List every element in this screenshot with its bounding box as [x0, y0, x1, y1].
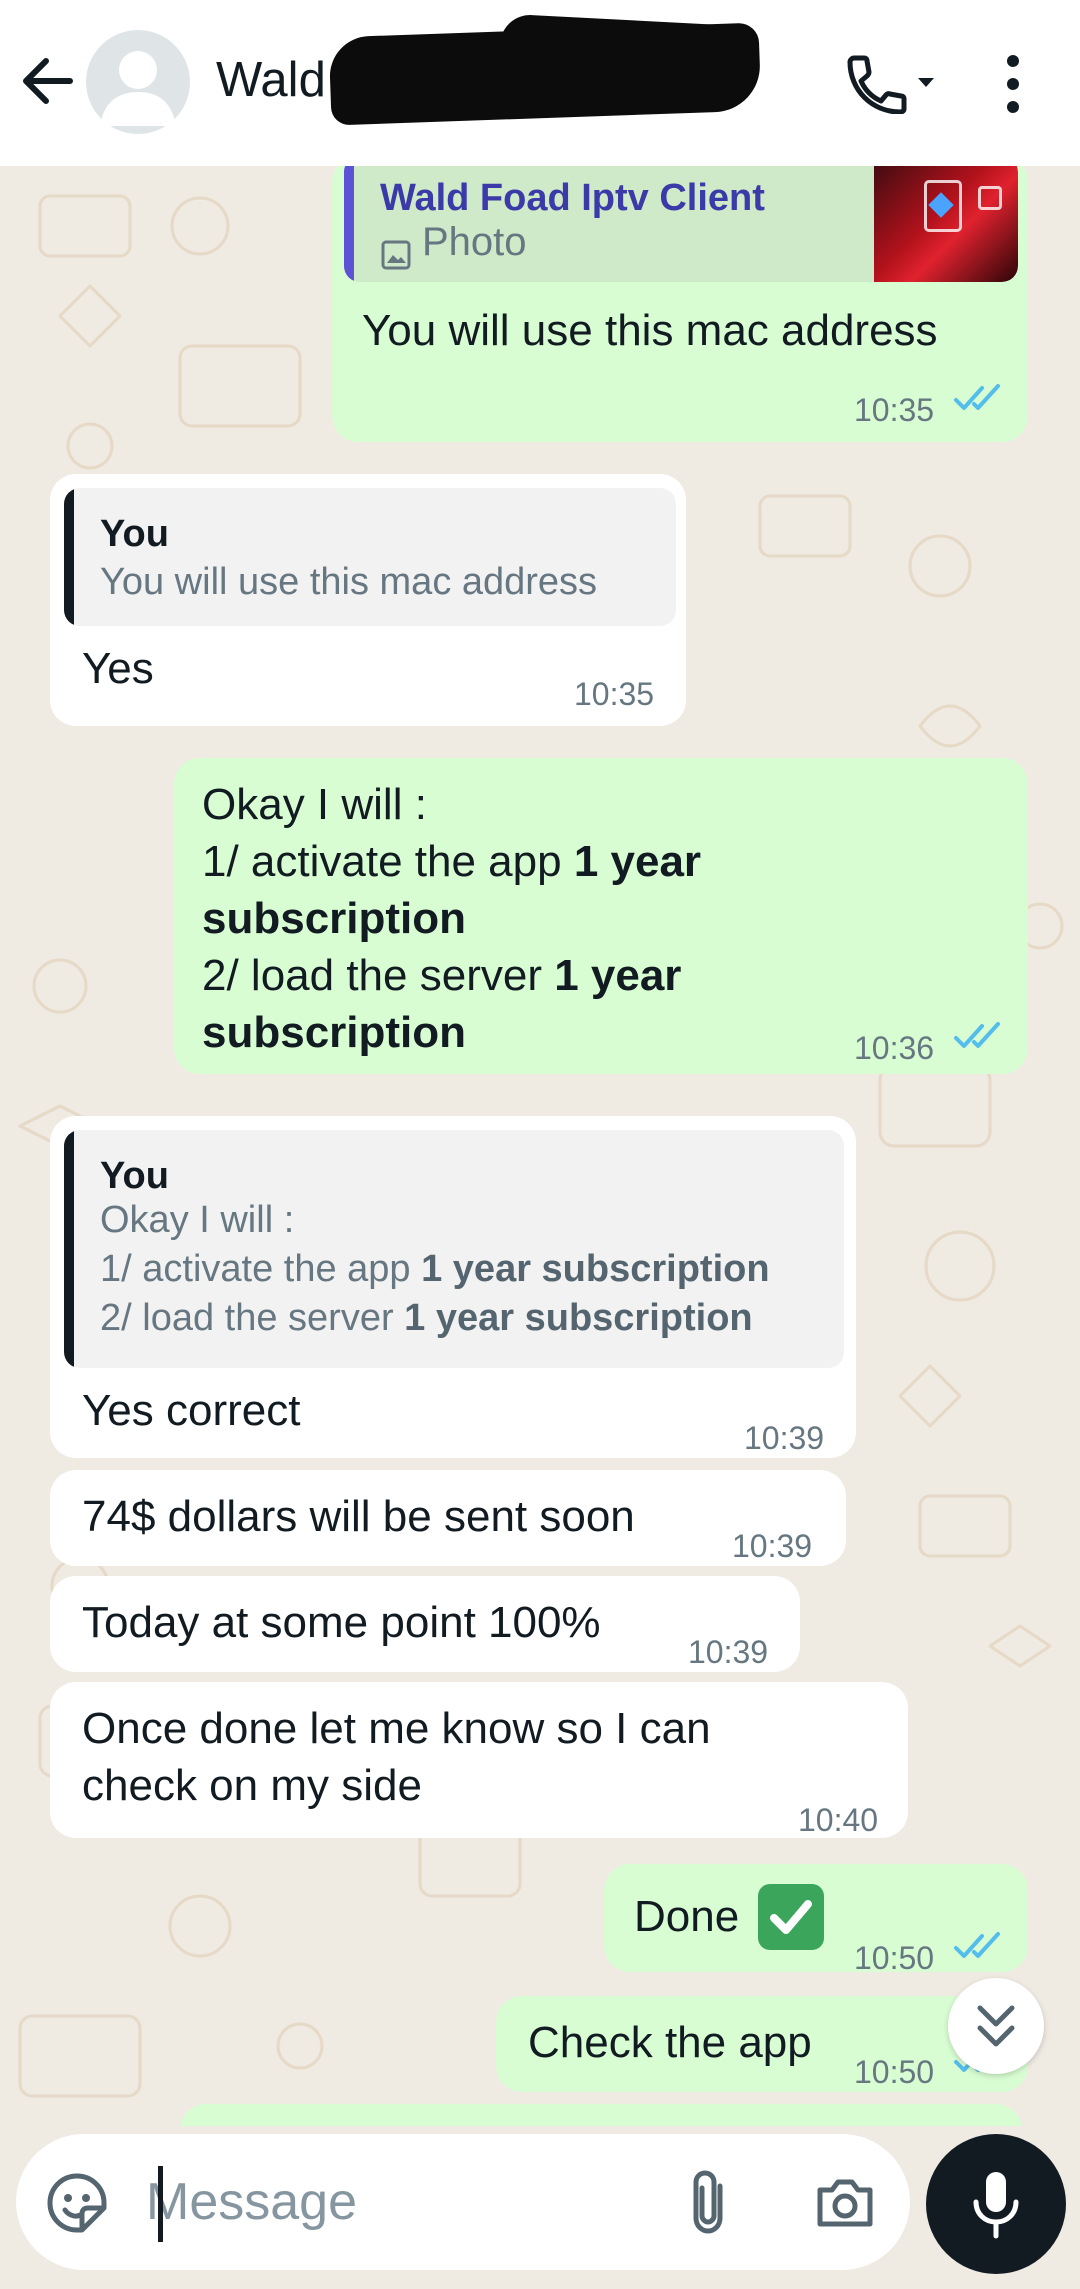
message-text: 74$ dollars will be sent soon — [82, 1492, 635, 1541]
message-outgoing[interactable]: Done 10:50 — [604, 1864, 1028, 1976]
message-time: 10:39 — [732, 1528, 813, 1564]
camera-icon[interactable] — [812, 2170, 878, 2236]
quote-line: 1/ activate the app 1 year subscription — [100, 1248, 770, 1290]
message-time: 10:35 — [574, 676, 655, 712]
chat-header: Wald Foad Iptv Client — [0, 0, 1080, 166]
sticker-icon[interactable] — [46, 2172, 108, 2234]
message-time: 10:39 — [688, 1634, 769, 1670]
message-text: Today at some point 100% — [82, 1598, 601, 1647]
message-line: check on my side — [82, 1761, 422, 1810]
quote-line: 2/ load the server 1 year subscription — [100, 1297, 753, 1339]
message-text: You will use this mac address — [362, 306, 938, 355]
message-line: 2/ load the server 1 year — [202, 951, 682, 1000]
mic-icon — [973, 2172, 1019, 2239]
quote-bar — [64, 488, 74, 626]
message-text: Check the app — [528, 2018, 812, 2067]
attach-icon[interactable] — [682, 2168, 742, 2238]
read-receipt-icon — [954, 384, 1000, 410]
quote-thumbnail — [874, 166, 1018, 282]
read-receipt-icon — [954, 1022, 1000, 1048]
message-incoming[interactable]: Today at some point 100% 10:39 — [50, 1576, 800, 1672]
message-text: Yes — [82, 644, 154, 693]
message-time: 10:35 — [854, 392, 935, 428]
image-icon — [380, 228, 412, 270]
message-time: 10:40 — [798, 1802, 879, 1838]
quoted-message[interactable]: You You will use this mac address — [64, 488, 676, 626]
message-time: 10:36 — [854, 1030, 935, 1066]
message-line: subscription — [202, 894, 467, 943]
quote-author: You — [100, 513, 169, 555]
double-chevron-down-icon — [977, 2005, 1015, 2047]
message-input[interactable] — [146, 2164, 666, 2240]
message-time: 10:50 — [854, 1940, 935, 1976]
back-arrow-icon[interactable] — [18, 48, 78, 114]
quote-bar — [344, 166, 354, 282]
text-caret — [158, 2166, 163, 2242]
message-line: 1/ activate the app 1 year — [202, 837, 702, 886]
quoted-message[interactable]: You Okay I will : 1/ activate the app 1 … — [64, 1130, 844, 1368]
message-time: 10:39 — [744, 1420, 825, 1456]
avatar-icon — [100, 51, 176, 126]
quoted-message[interactable]: Wald Foad Iptv Client Photo — [344, 166, 1018, 282]
check-mark-button-icon — [758, 1884, 824, 1950]
call-icon[interactable] — [842, 54, 942, 115]
message-composer — [16, 2134, 910, 2270]
quote-bar — [64, 1130, 74, 1368]
quote-line: Okay I will : — [100, 1199, 295, 1241]
read-receipt-icon — [954, 1932, 1000, 1958]
message-line: Okay I will : — [202, 780, 427, 829]
message-time: 10:50 — [854, 2054, 935, 2090]
message-text: Yes correct — [82, 1386, 301, 1435]
message-outgoing[interactable]: Wald Foad Iptv Client Photo You will use… — [332, 166, 1028, 442]
message-line: subscription — [202, 1008, 467, 1057]
quote-media-label: Photo — [422, 220, 527, 264]
message-text: Done — [634, 1892, 740, 1941]
message-line: Once done let me know so I can — [82, 1704, 711, 1753]
message-incoming[interactable]: 74$ dollars will be sent soon 10:39 — [50, 1470, 846, 1566]
message-outgoing[interactable] — [180, 2104, 1022, 2126]
avatar[interactable] — [86, 30, 190, 134]
message-incoming[interactable]: You You will use this mac address Yes 10… — [50, 474, 686, 726]
message-outgoing[interactable]: Okay I will : 1/ activate the app 1 year… — [174, 758, 1028, 1074]
mic-button[interactable] — [926, 2134, 1066, 2274]
message-list[interactable]: Wald Foad Iptv Client Photo You will use… — [0, 166, 1080, 2126]
scroll-to-bottom-button[interactable] — [948, 1978, 1044, 2074]
more-vert-icon[interactable] — [990, 52, 1036, 116]
message-incoming[interactable]: You Okay I will : 1/ activate the app 1 … — [50, 1116, 856, 1458]
quote-text: You will use this mac address — [100, 561, 598, 603]
message-incoming[interactable]: Once done let me know so I can check on … — [50, 1682, 908, 1838]
